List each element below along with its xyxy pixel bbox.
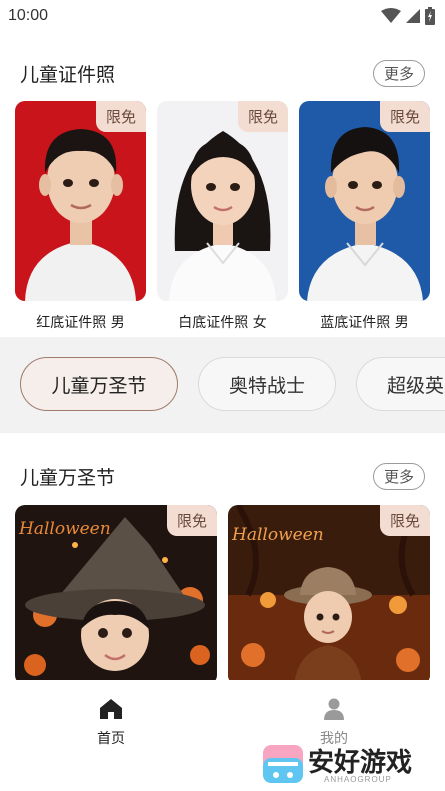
card-label: 红底证件照 男 [36,315,125,331]
watermark: 安好游戏 ANHAOGROUP [262,744,437,788]
status-time: 10:00 [8,7,49,24]
halloween-section-header: 儿童万圣节 更多 [0,456,445,496]
halloween-card-1[interactable]: Halloween 限免 [15,505,217,685]
nav-home[interactable]: 首页 [71,698,151,748]
card-label: 白底证件照 女 [178,315,267,331]
status-bar: 10:00 [0,0,445,32]
free-badge: 限免 [166,505,217,536]
free-badge: 限免 [95,101,146,132]
tab-ultraman[interactable]: 奥特战士 [198,357,336,411]
section-title: 儿童万圣节 [20,466,116,489]
status-icons [381,7,435,25]
gamepad-logo-icon [263,745,303,783]
nav-mine[interactable]: 我的 [294,698,374,748]
more-button[interactable]: 更多 [372,59,425,87]
nav-home-label: 首页 [97,731,125,747]
section-title: 儿童证件照 [20,63,116,86]
free-badge: 限免 [237,101,288,132]
home-icon [100,699,122,719]
card-label: 蓝底证件照 男 [320,315,409,331]
more-button[interactable]: 更多 [372,462,425,490]
category-tab-strip[interactable]: 儿童万圣节 奥特战士 超级英 [0,337,445,433]
halloween-art-text: Halloween [19,519,111,539]
tab-superhero[interactable]: 超级英 [356,357,445,411]
user-icon [324,698,344,720]
halloween-card-2[interactable]: Halloween 限免 [228,505,430,685]
watermark-brand: 安好游戏 [308,748,413,778]
battery-icon [425,7,435,25]
wifi-icon [381,8,401,23]
signal-icon [406,9,420,23]
watermark-sub: ANHAOGROUP [324,775,392,784]
free-badge: 限免 [379,505,430,536]
id-photo-section-header: 儿童证件照 更多 [0,53,445,93]
id-photo-card-blue[interactable]: 限免 [299,101,430,301]
halloween-art-text: Halloween [232,525,324,545]
free-badge: 限免 [379,101,430,132]
id-photo-card-red[interactable]: 限免 [15,101,146,301]
id-photo-card-white[interactable]: 限免 [157,101,288,301]
tab-halloween[interactable]: 儿童万圣节 [20,357,178,411]
